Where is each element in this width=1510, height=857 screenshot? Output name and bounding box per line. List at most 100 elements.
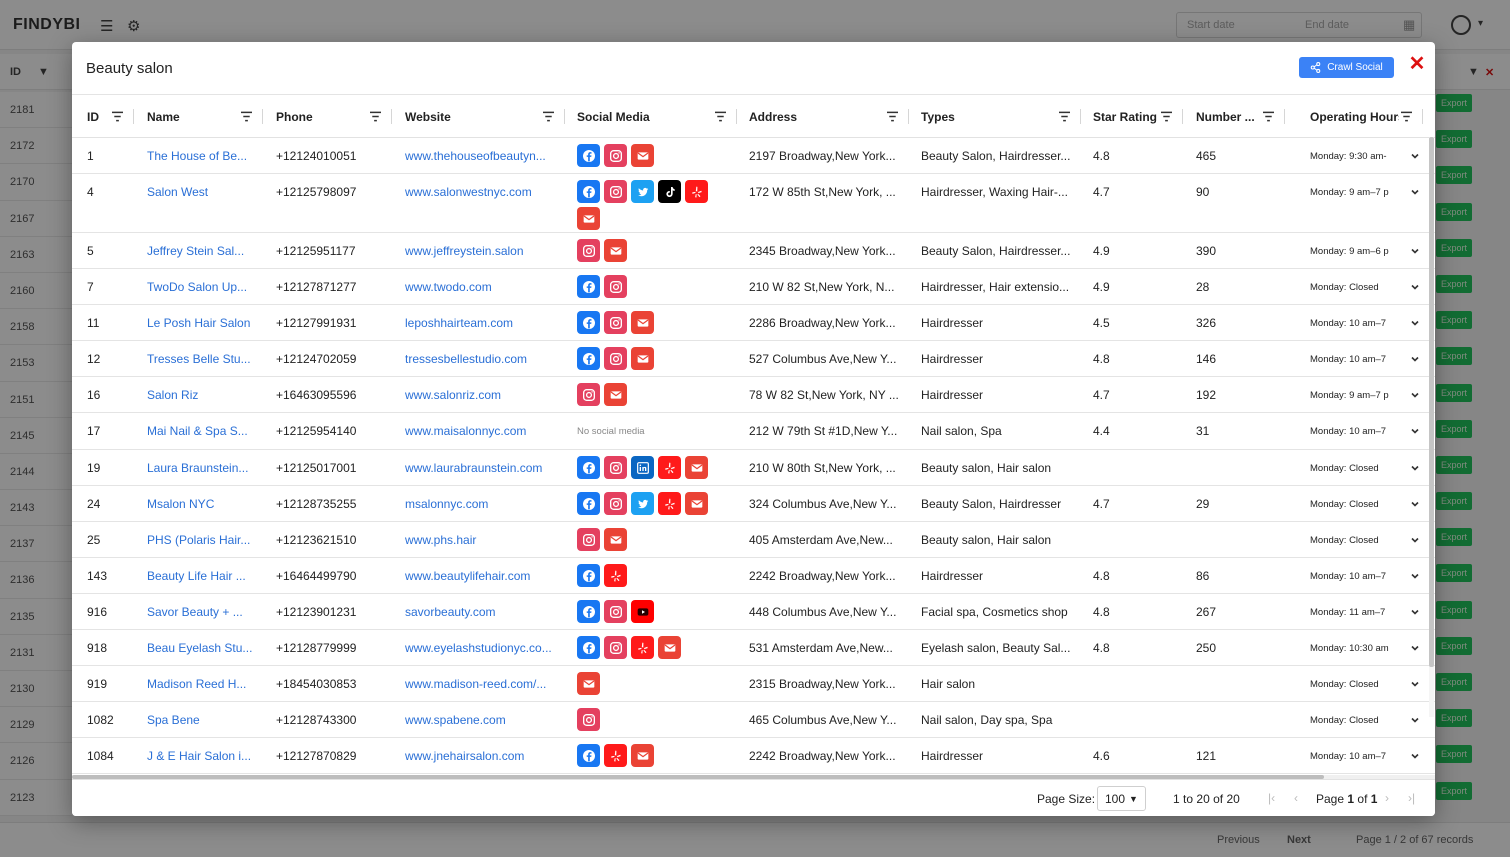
linkedin-icon[interactable] xyxy=(631,456,654,479)
yelp-icon[interactable] xyxy=(658,492,681,515)
cell-name[interactable]: Le Posh Hair Salon xyxy=(147,305,275,341)
crawl-social-button[interactable]: Crawl Social xyxy=(1299,57,1394,78)
table-row[interactable]: 916 Savor Beauty + ... +12123901231 savorbe… xyxy=(72,594,1435,630)
chevron-down-icon[interactable] xyxy=(1410,679,1420,689)
cell-hours[interactable]: Monday: Closed xyxy=(1310,450,1420,486)
facebook-icon[interactable] xyxy=(577,636,600,659)
cell-hours[interactable]: Monday: 10 am–7 xyxy=(1310,305,1420,341)
email-icon[interactable] xyxy=(631,744,654,767)
chevron-down-icon[interactable] xyxy=(1410,571,1420,581)
yelp-icon[interactable] xyxy=(604,744,627,767)
table-row[interactable]: 1084 J & E Hair Salon i... +12127870829 www… xyxy=(72,738,1435,774)
column-resize-handle[interactable] xyxy=(262,109,263,124)
cell-name[interactable]: Tresses Belle Stu... xyxy=(147,341,275,377)
cell-name[interactable]: Beauty Life Hair ... xyxy=(147,558,275,594)
chevron-down-icon[interactable] xyxy=(1410,643,1420,653)
cell-hours[interactable]: Monday: Closed xyxy=(1310,702,1420,738)
facebook-icon[interactable] xyxy=(577,180,600,203)
column-resize-handle[interactable] xyxy=(1284,109,1285,124)
email-icon[interactable] xyxy=(631,144,654,167)
instagram-icon[interactable] xyxy=(577,708,600,731)
yelp-icon[interactable] xyxy=(658,456,681,479)
cell-name[interactable]: TwoDo Salon Up... xyxy=(147,269,275,305)
cell-hours[interactable]: Monday: Closed xyxy=(1310,666,1420,702)
table-row[interactable]: 17 Mai Nail & Spa S... +12125954140 www.mai… xyxy=(72,413,1435,450)
last-page-icon[interactable]: ›| xyxy=(1408,791,1415,805)
cell-hours[interactable]: Monday: Closed xyxy=(1310,486,1420,522)
table-row[interactable]: 25 PHS (Polaris Hair... +12123621510 www.ph… xyxy=(72,522,1435,558)
table-row[interactable]: 4 Salon West +12125798097 www.salonwestnyc.… xyxy=(72,174,1435,233)
table-row[interactable]: 19 Laura Braunstein... +12125017001 www.lau… xyxy=(72,450,1435,486)
chevron-down-icon[interactable] xyxy=(1410,715,1420,725)
yelp-icon[interactable] xyxy=(631,636,654,659)
filter-icon[interactable] xyxy=(713,111,727,123)
column-header-website[interactable]: Website xyxy=(405,95,565,138)
chevron-down-icon[interactable] xyxy=(1410,499,1420,509)
column-resize-handle[interactable] xyxy=(133,109,134,124)
cell-hours[interactable]: Monday: 10 am–7 xyxy=(1310,413,1420,449)
email-icon[interactable] xyxy=(685,456,708,479)
filter-icon[interactable] xyxy=(1057,111,1071,123)
cell-website[interactable]: www.maisalonnyc.com xyxy=(405,413,563,449)
cell-name[interactable]: Madison Reed H... xyxy=(147,666,275,702)
email-icon[interactable] xyxy=(631,347,654,370)
cell-website[interactable]: www.spabene.com xyxy=(405,702,563,738)
close-icon[interactable]: ✕ xyxy=(1408,54,1426,74)
column-header-number[interactable]: Number ... xyxy=(1196,95,1285,138)
instagram-icon[interactable] xyxy=(604,180,627,203)
cell-hours[interactable]: Monday: 10 am–7 xyxy=(1310,558,1420,594)
page-size-select[interactable]: 100 ▼ xyxy=(1097,786,1146,811)
table-row[interactable]: 919 Madison Reed H... +18454030853 www.madi… xyxy=(72,666,1435,702)
chevron-down-icon[interactable] xyxy=(1410,463,1420,473)
cell-hours[interactable]: Monday: 10 am–7 xyxy=(1310,738,1420,774)
table-row[interactable]: 1 The House of Be... +12124010051 www.theho… xyxy=(72,138,1435,174)
cell-hours[interactable]: Monday: 10:30 am xyxy=(1310,630,1420,666)
previous-page-icon[interactable]: ‹ xyxy=(1294,791,1298,805)
cell-website[interactable]: www.thehouseofbeautyn... xyxy=(405,138,563,174)
cell-name[interactable]: Savor Beauty + ... xyxy=(147,594,275,630)
youtube-icon[interactable] xyxy=(631,600,654,623)
instagram-icon[interactable] xyxy=(604,347,627,370)
cell-website[interactable]: www.eyelashstudionyc.co... xyxy=(405,630,563,666)
chevron-down-icon[interactable] xyxy=(1410,751,1420,761)
facebook-icon[interactable] xyxy=(577,600,600,623)
column-header-rating[interactable]: Star Rating xyxy=(1093,95,1183,138)
cell-name[interactable]: Beau Eyelash Stu... xyxy=(147,630,275,666)
facebook-icon[interactable] xyxy=(577,564,600,587)
twitter-icon[interactable] xyxy=(631,180,654,203)
email-icon[interactable] xyxy=(631,311,654,334)
column-resize-handle[interactable] xyxy=(391,109,392,124)
instagram-icon[interactable] xyxy=(577,528,600,551)
filter-icon[interactable] xyxy=(1261,111,1275,123)
column-header-phone[interactable]: Phone xyxy=(276,95,392,138)
twitter-icon[interactable] xyxy=(631,492,654,515)
table-row[interactable]: 5 Jeffrey Stein Sal... +12125951177 www.jef… xyxy=(72,233,1435,269)
instagram-icon[interactable] xyxy=(604,311,627,334)
filter-icon[interactable] xyxy=(239,111,253,123)
table-row[interactable]: 16 Salon Riz +16463095596 www.salonriz.com 7… xyxy=(72,377,1435,413)
cell-hours[interactable]: Monday: Closed xyxy=(1310,522,1420,558)
cell-hours[interactable]: Monday: 11 am–7 xyxy=(1310,594,1420,630)
facebook-icon[interactable] xyxy=(577,144,600,167)
cell-website[interactable]: msalonnyc.com xyxy=(405,486,563,522)
email-icon[interactable] xyxy=(685,492,708,515)
cell-name[interactable]: Laura Braunstein... xyxy=(147,450,275,486)
column-resize-handle[interactable] xyxy=(1422,109,1423,124)
cell-website[interactable]: savorbeauty.com xyxy=(405,594,563,630)
chevron-down-icon[interactable] xyxy=(1410,426,1420,436)
column-resize-handle[interactable] xyxy=(1080,109,1081,124)
filter-icon[interactable] xyxy=(368,111,382,123)
cell-website[interactable]: www.salonriz.com xyxy=(405,377,563,413)
cell-website[interactable]: www.salonwestnyc.com xyxy=(405,174,563,210)
instagram-icon[interactable] xyxy=(604,144,627,167)
instagram-icon[interactable] xyxy=(604,456,627,479)
next-page-icon[interactable]: › xyxy=(1385,791,1389,805)
cell-name[interactable]: The House of Be... xyxy=(147,138,275,174)
cell-website[interactable]: www.jeffreystein.salon xyxy=(405,233,563,269)
column-header-name[interactable]: Name xyxy=(147,95,263,138)
chevron-down-icon[interactable] xyxy=(1410,354,1420,364)
email-icon[interactable] xyxy=(604,239,627,262)
cell-hours[interactable]: Monday: 9 am–6 p xyxy=(1310,233,1420,269)
table-row[interactable]: 24 Msalon NYC +12128735255 msalonnyc.com 324… xyxy=(72,486,1435,522)
column-resize-handle[interactable] xyxy=(736,109,737,124)
